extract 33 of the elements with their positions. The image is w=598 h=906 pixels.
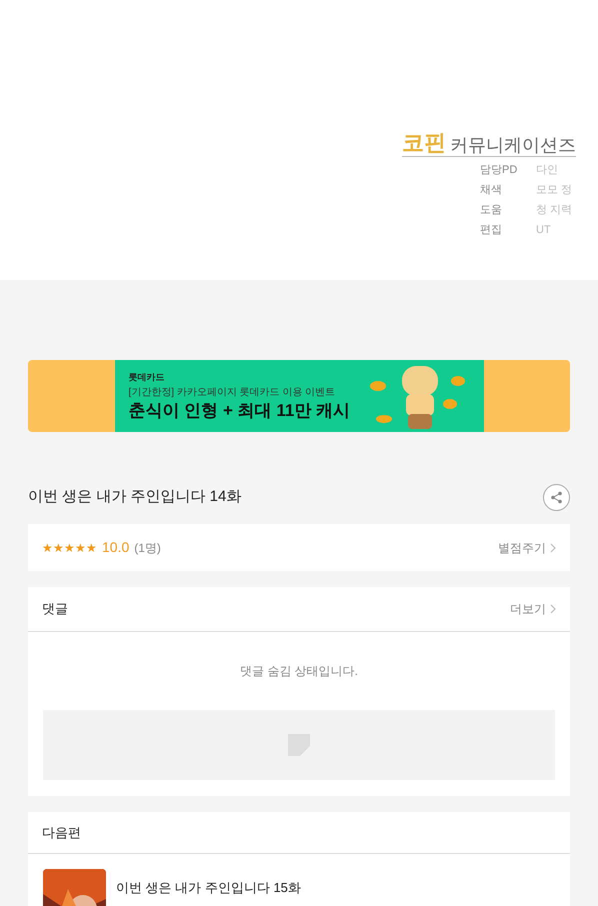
chevron-right-icon: [550, 604, 556, 614]
ad-banner[interactable]: 롯데카드 [기간한정] 카카오페이지 롯데카드 이용 이벤트 춘식이 인형 + 최대 11만 캐시: [28, 360, 570, 432]
comments-hidden-message: 댓글 숨김 상태입니다.: [240, 663, 358, 680]
rate-link[interactable]: 별점주기: [498, 538, 556, 556]
banner-headline: 춘식이 인형 + 최대 11만 캐시: [128, 400, 350, 421]
banner-subtitle: [기간한정] 카카오페이지 롯데카드 이용 이벤트: [128, 386, 336, 400]
next-episode-title: 이번 생은 내가 주인입니다 15화: [116, 879, 301, 897]
star-icon: ★: [86, 538, 97, 556]
more-link[interactable]: 더보기: [510, 600, 556, 618]
credit-name: 모모 정: [536, 183, 572, 198]
episode-title: 이번 생은 내가 주인입니다 14화: [28, 486, 242, 507]
credit-name: UT: [536, 223, 551, 238]
credit-name: 다인: [536, 163, 558, 178]
next-title: 다음편: [42, 824, 81, 842]
credit-role: 도움: [480, 203, 503, 218]
star-icon: ★: [75, 538, 86, 556]
rating-count: (1명): [134, 540, 161, 556]
star-icon: ★: [64, 538, 75, 556]
rating-score: 10.0: [102, 538, 130, 557]
next-episode-item[interactable]: 이번 생은 내가 주인입니다 15화: [28, 854, 570, 906]
comments-title: 댓글: [42, 600, 68, 618]
credit-role: 채색: [480, 183, 503, 198]
credit-role: 담당PD: [480, 163, 518, 178]
star-icon: ★: [53, 538, 64, 556]
credit-role: 편집: [480, 223, 503, 238]
credit-name: 청 지력: [536, 203, 572, 218]
banner-brand: 롯데카드: [128, 371, 166, 384]
share-button[interactable]: [543, 484, 570, 510]
brand-logo-text: 코핀: [402, 132, 446, 154]
star-icon: ★: [42, 538, 53, 556]
company-name: 커뮤니케이션즈: [450, 136, 576, 154]
share-icon: [550, 490, 563, 504]
chevron-right-icon: [550, 542, 556, 552]
